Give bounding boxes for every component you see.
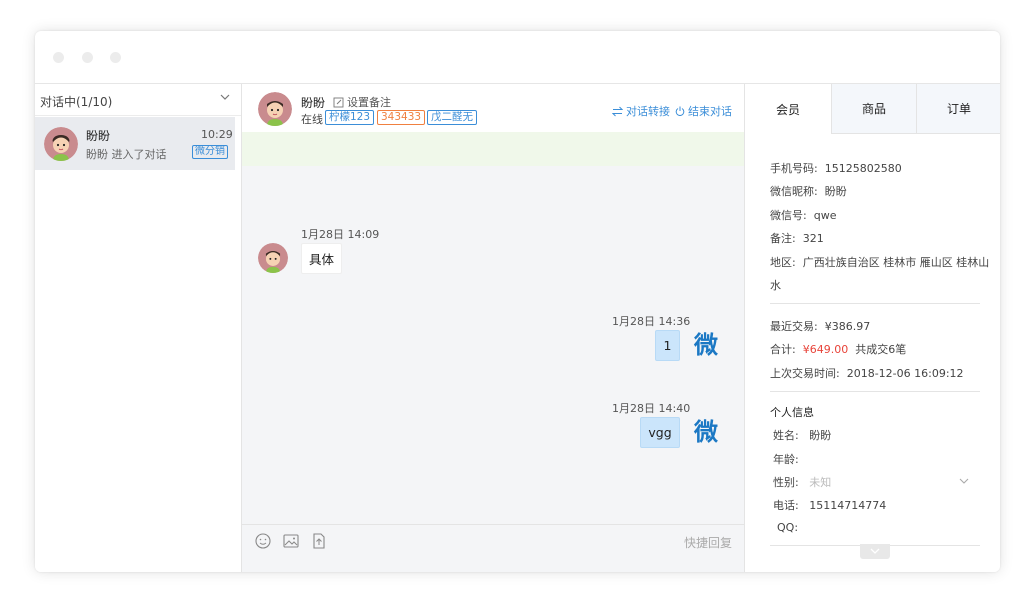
- transfer-conversation-button[interactable]: 对话转接: [612, 103, 670, 119]
- conversation-time: 10:29: [201, 128, 233, 141]
- app-window: 对话中(1/10) 盼盼 10:29 盼盼 进入了对话 微分销 盼盼 设置备注 …: [35, 31, 1000, 572]
- divider: [770, 391, 980, 392]
- tab-member[interactable]: 会员: [745, 84, 831, 134]
- chevron-down-icon[interactable]: [219, 91, 231, 103]
- conversation-sidebar: 对话中(1/10) 盼盼 10:29 盼盼 进入了对话 微分销: [35, 84, 242, 572]
- avatar: [44, 127, 78, 161]
- avatar: [258, 92, 292, 126]
- last-trade-time: 上次交易时间: 2018-12-06 16:09:12: [770, 367, 964, 380]
- personal-qq: QQ:: [777, 521, 799, 534]
- customer-tag: 柠檬123: [325, 110, 375, 125]
- chat-contact-name: 盼盼: [301, 96, 326, 110]
- personal-age: 年龄:: [773, 453, 799, 466]
- agent-logo-icon: 微: [693, 418, 718, 445]
- set-note-label: 设置备注: [347, 96, 391, 109]
- svg-text:微: 微: [693, 331, 718, 358]
- set-note-button[interactable]: 设置备注: [333, 94, 391, 110]
- member-region: 地区: 广西壮族自治区 桂林市 雁山区 桂林山: [770, 256, 990, 269]
- title-bar: [35, 31, 1000, 84]
- customer-info-panel: 会员 商品 订单 手机号码: 15125802580 微信昵称: 盼盼 微信号:…: [744, 84, 1000, 572]
- personal-phone: 电话: 15114714774: [773, 499, 887, 512]
- personal-name: 姓名: 盼盼: [773, 429, 832, 442]
- agent-logo-icon: 微: [693, 331, 718, 358]
- message-bubble-outgoing: vgg: [640, 417, 680, 448]
- personal-info-title: 个人信息: [770, 406, 814, 419]
- avatar: [258, 243, 288, 273]
- window-minimize-dot[interactable]: [82, 52, 93, 63]
- member-wechat-id: 微信号: qwe: [770, 209, 837, 222]
- member-remark: 备注: 321: [770, 232, 824, 245]
- message-time: 1月28日 14:36: [612, 315, 691, 328]
- transfer-label: 对话转接: [626, 105, 670, 118]
- chevron-down-icon: [870, 548, 880, 554]
- window-maximize-dot[interactable]: [110, 52, 121, 63]
- chat-header: 盼盼 设置备注 在线 柠檬123 343433 戊二醛无 对话转接 结束对话: [242, 84, 745, 132]
- member-phone: 手机号码: 15125802580: [770, 162, 902, 175]
- online-status: 在线: [301, 113, 323, 126]
- divider: [770, 303, 980, 304]
- channel-badge: 微分销: [192, 145, 228, 159]
- message-bubble-outgoing: 1: [655, 330, 680, 361]
- image-icon[interactable]: [282, 532, 300, 550]
- window-close-dot[interactable]: [53, 52, 64, 63]
- member-nickname: 微信昵称: 盼盼: [770, 185, 847, 198]
- conversation-filter-label: 对话中(1/10): [40, 95, 113, 109]
- message-time: 1月28日 14:40: [612, 402, 691, 415]
- emoji-icon[interactable]: [254, 532, 272, 550]
- message-time: 1月28日 14:09: [301, 228, 380, 241]
- member-region-cont: 水: [770, 279, 781, 292]
- power-icon: [675, 106, 685, 116]
- tab-orders[interactable]: 订单: [916, 84, 1000, 134]
- svg-text:微: 微: [693, 418, 718, 445]
- transfer-icon: [612, 106, 623, 116]
- conversation-item[interactable]: 盼盼 10:29 盼盼 进入了对话 微分销: [35, 117, 235, 170]
- customer-tag: 343433: [377, 110, 426, 125]
- chevron-down-icon[interactable]: [959, 477, 969, 485]
- message-bubble-incoming: 具体: [301, 243, 342, 274]
- expand-more-button[interactable]: [860, 544, 890, 559]
- quick-reply-button[interactable]: 快捷回复: [684, 534, 732, 551]
- conversation-last-message: 盼盼 进入了对话: [86, 148, 167, 161]
- input-toolbar: 快捷回复: [242, 524, 745, 572]
- recent-trade: 最近交易: ¥386.97: [770, 320, 871, 333]
- end-label: 结束对话: [688, 105, 732, 118]
- info-tabs: 会员 商品 订单: [745, 84, 1000, 134]
- edit-icon: [333, 97, 344, 107]
- customer-tag: 戊二醛无: [427, 110, 477, 125]
- tab-products[interactable]: 商品: [831, 84, 916, 134]
- notice-bar: [242, 132, 745, 166]
- conversation-filter[interactable]: 对话中(1/10): [35, 84, 241, 116]
- end-conversation-button[interactable]: 结束对话: [675, 103, 732, 119]
- personal-gender[interactable]: 性别: 未知: [773, 474, 831, 490]
- trade-total: 合计: ¥649.00 共成交6笔: [770, 343, 907, 356]
- conversation-name: 盼盼: [86, 129, 111, 143]
- chat-panel: 盼盼 设置备注 在线 柠檬123 343433 戊二醛无 对话转接 结束对话 1…: [242, 84, 745, 572]
- file-upload-icon[interactable]: [310, 532, 328, 550]
